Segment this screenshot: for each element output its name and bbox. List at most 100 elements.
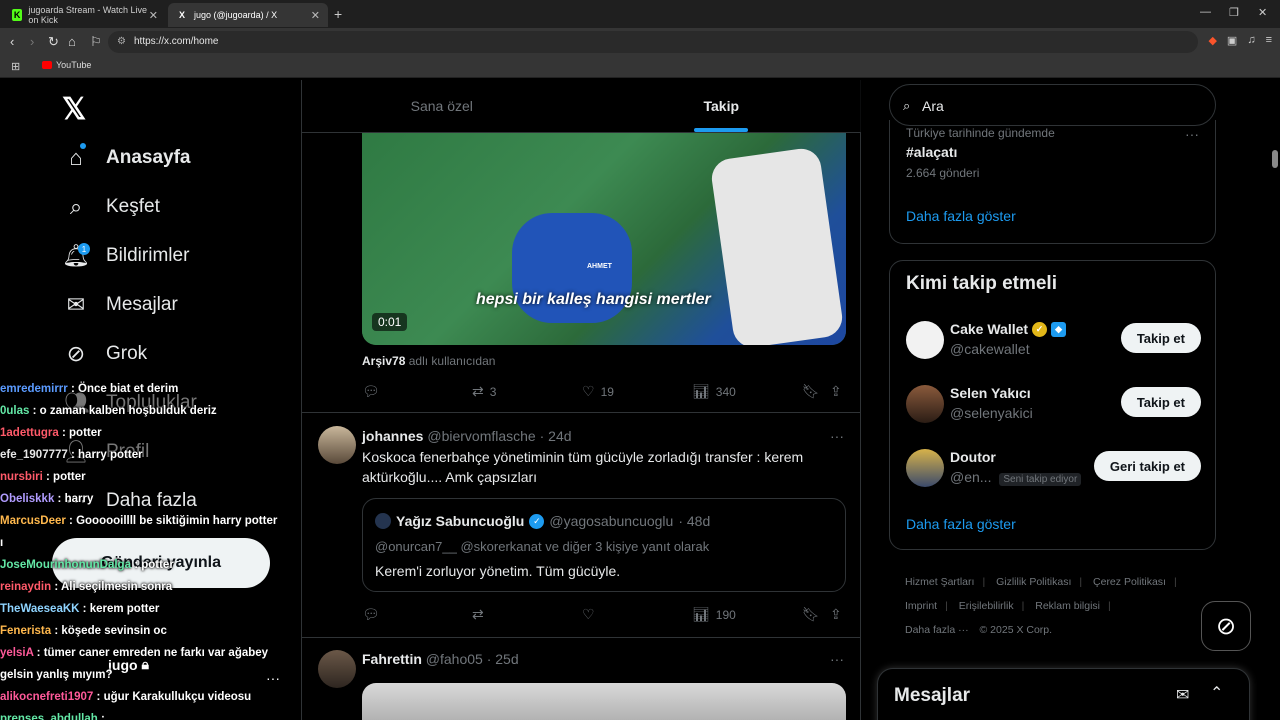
bookmarks-bar: ⊞ YouTube [0,56,1280,78]
site-info-icon[interactable]: ⚙ [117,31,126,53]
chat-username[interactable]: 0ulas [0,405,29,417]
browser-tab-x[interactable]: X jugo (@jugoarda) / X ✕ [168,3,328,27]
show-more-link[interactable]: Daha fazla göster [906,208,1016,224]
tweet-time[interactable]: · 25d [487,651,519,667]
show-more-link[interactable]: Daha fazla göster [906,516,1016,532]
views-button[interactable]: 📊︎ 190 [692,606,736,623]
footer-link[interactable]: Erişilebilirlik [959,600,1014,612]
follow-suggestion[interactable]: Doutor @en... Seni takip ediyor Geri tak… [906,449,1201,493]
close-tab-icon[interactable]: ✕ [149,9,158,22]
chat-username[interactable]: nursbiri [0,471,43,483]
footer-link[interactable]: Hizmet Şartları [905,576,974,588]
maximize-icon[interactable]: ❐ [1229,6,1239,19]
new-message-icon[interactable]: ✉ [1176,685,1189,705]
bookmark-youtube[interactable]: YouTube [42,60,91,70]
chat-username[interactable]: alikocnefreti1907 [0,691,93,703]
follow-button[interactable]: Takip et [1120,323,1201,353]
repost-button[interactable]: ⇄ [472,606,484,623]
scrollbar[interactable] [1272,150,1278,168]
chat-username[interactable]: MarcusDeer [0,515,66,527]
chat-username[interactable]: TheWaeseaKK [0,603,79,615]
apps-grid-icon[interactable]: ⊞ [11,60,20,73]
minimize-icon[interactable]: — [1200,6,1211,18]
youtube-icon [42,61,52,69]
reply-icon: 💬︎ [362,606,380,622]
share-button[interactable]: ⇪ [830,606,842,623]
quoted-tweet[interactable]: Yağız Sabuncuoğlu ✓ @yagosabuncuoglu · 4… [362,498,846,592]
follow-back-button[interactable]: Geri takip et [1093,451,1201,481]
new-tab-icon[interactable]: + [334,6,342,22]
more-options-icon[interactable]: ··· [830,428,844,444]
close-window-icon[interactable]: ✕ [1258,6,1267,19]
close-tab-icon[interactable]: ✕ [311,9,320,22]
tab-following[interactable]: Takip [582,80,862,132]
search-input[interactable]: ⌕ Ara [889,84,1216,126]
repost-button[interactable]: ⇄ 3 [472,383,496,400]
follow-suggestion[interactable]: Cake Wallet ✓ ◆ @cakewallet Takip et [906,321,1201,365]
more-options-icon[interactable]: ··· [830,651,844,667]
forward-icon[interactable]: › [30,34,34,49]
footer-link[interactable]: Reklam bilgisi [1035,600,1100,612]
footer-more-link[interactable]: Daha fazla ··· [905,624,969,636]
footer-link[interactable]: Gizlilik Politikası [996,576,1071,588]
nav-messages[interactable]: ✉ Mesajlar [62,291,178,319]
like-button[interactable]: ♡ [582,606,595,623]
brave-shield-icon[interactable]: ◆ [1208,34,1216,47]
tab-for-you[interactable]: Sana özel [302,80,582,132]
address-bar[interactable]: ⚙ https://x.com/home [108,31,1198,53]
grok-button[interactable]: ⊘ [1201,601,1251,651]
chat-username[interactable]: Fenerista [0,625,51,637]
chat-username[interactable]: reinaydin [0,581,51,593]
reply-button[interactable]: 💬︎ [362,606,380,623]
chat-username[interactable]: efe_1907777 [0,449,68,461]
name-text: Cake Wallet [950,321,1029,337]
chat-message: TheWaeseaKK : kerem potter [0,598,300,620]
follow-suggestion[interactable]: Selen Yakıcı @selenyakici Takip et [906,385,1201,429]
media-icon[interactable]: ♫ [1247,34,1255,47]
stream-chat-overlay: emredemirrr : Önce biat et derim 0ulas : … [0,378,300,720]
tweet-time[interactable]: · 24d [540,428,572,444]
back-icon[interactable]: ‹ [10,34,14,49]
chat-username[interactable]: yelsiA [0,647,33,659]
home-icon[interactable]: ⌂ [68,34,76,49]
browser-tab-kick[interactable]: K jugoarda Stream - Watch Live on Kick ✕ [4,3,166,27]
expand-icon[interactable]: ⌃ [1210,683,1223,703]
author-handle[interactable]: @biervomflasche [427,428,535,444]
quote-reply-context: @onurcan7__ @skorerkanat ve diğer 3 kişi… [375,539,710,554]
avatar[interactable] [318,650,356,688]
reload-icon[interactable]: ↻ [48,34,59,50]
chat-username[interactable]: Obeliskkk [0,493,54,505]
chat-username[interactable]: prenses_abdullah [0,713,98,720]
nav-grok[interactable]: ⊘ Grok [62,340,147,368]
author-name[interactable]: johannes [362,428,423,444]
chat-message: ı [0,532,300,554]
chat-username[interactable]: 1adettugra [0,427,59,439]
handle-text: @en... [950,469,992,485]
tweet-media[interactable] [362,683,846,720]
bookmark-button[interactable]: 🔖︎ [802,383,820,400]
author-handle[interactable]: @faho05 [426,651,483,667]
chat-username[interactable]: JoseMourinhonunDalga [0,559,131,571]
avatar[interactable] [318,426,356,464]
footer-link[interactable]: Çerez Politikası [1093,576,1166,588]
trend-name[interactable]: #alaçatı [906,144,957,160]
footer-link[interactable]: Imprint [905,600,937,612]
post-actions: 💬︎ ⇄ ♡ 📊︎ 190 🔖︎ ⇪ [362,606,846,626]
follow-button[interactable]: Takip et [1120,387,1201,417]
messages-drawer[interactable]: Mesajlar ✉ ⌃ [877,668,1250,720]
author-name[interactable]: Fahrettin [362,651,422,667]
reply-button[interactable]: 💬︎ [362,383,380,400]
chat-username[interactable]: emredemirrr [0,383,68,395]
bookmark-button[interactable]: 🔖︎ [802,606,820,623]
bookmark-icon[interactable]: ⚐ [90,34,102,50]
like-button[interactable]: ♡ 19 [582,383,614,400]
trend-more-icon[interactable]: ··· [1185,126,1199,142]
sidebar-icon[interactable]: ▣ [1227,34,1237,47]
x-logo-icon[interactable]: 𝕏 [62,92,86,127]
video-attribution[interactable]: Arşiv78 adlı kullanıcıdan [362,354,495,368]
share-button[interactable]: ⇪ [830,383,842,400]
views-button[interactable]: 📊︎ 340 [692,383,736,400]
video-player[interactable]: AHMET hepsi bir kalleş hangisi mertler 0… [362,133,846,345]
menu-icon[interactable]: ≡ [1266,34,1272,47]
nav-explore[interactable]: ⌕ Keşfet [62,193,160,221]
